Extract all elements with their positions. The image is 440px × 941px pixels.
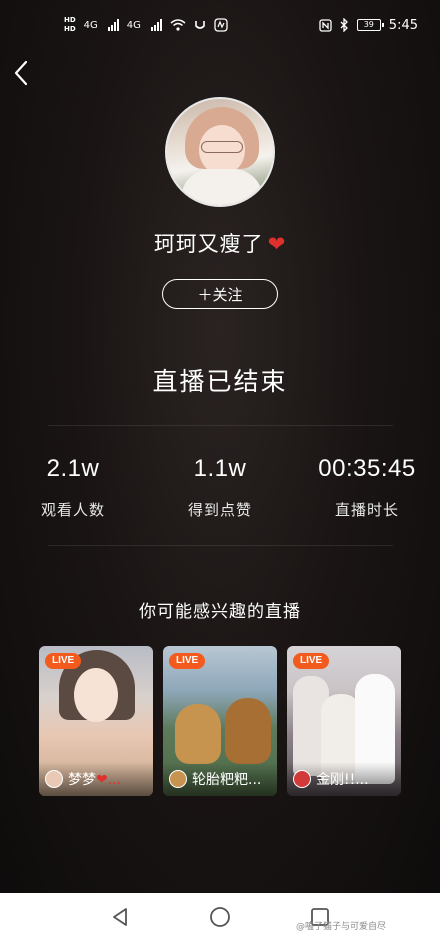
live-badge: LIVE <box>293 653 330 669</box>
live-card-footer: 梦梦❤... <box>39 762 153 796</box>
nfc-icon <box>319 18 332 32</box>
live-card-name: 金刚!!... <box>316 772 369 788</box>
nav-back-button[interactable] <box>106 903 134 931</box>
live-ended-title: 直播已结束 <box>152 367 288 396</box>
chevron-left-icon <box>14 60 28 86</box>
hd-icon: HD HD <box>64 16 76 33</box>
nav-home-button[interactable] <box>206 903 234 931</box>
stat-viewers: 2.1w 观看人数 <box>0 455 148 520</box>
bluetooth-icon <box>340 18 348 32</box>
live-badge: LIVE <box>169 653 206 669</box>
usb-icon <box>195 21 205 29</box>
network-4g-label: 4G <box>83 19 98 31</box>
system-navbar <box>0 893 440 941</box>
status-right: 39 5:45 <box>319 18 418 33</box>
app-notification-icon <box>214 18 228 32</box>
avatar <box>293 770 311 788</box>
streamer-name: 珂珂又瘦了 ❤ <box>0 228 440 258</box>
divider-top <box>48 425 393 426</box>
watermark: @嗑了猫子与可爱自尽 <box>296 922 387 932</box>
streamer-avatar[interactable] <box>165 97 275 207</box>
live-card[interactable]: LIVE 梦梦❤... <box>39 646 153 796</box>
back-button[interactable] <box>10 58 32 88</box>
live-card-name: 梦梦❤... <box>68 772 122 788</box>
live-card[interactable]: LIVE 金刚!!... <box>287 646 401 796</box>
wifi-icon <box>170 19 186 31</box>
live-card-footer: 轮胎粑粑... <box>163 762 277 796</box>
follow-button[interactable]: ＋关注 <box>162 279 278 309</box>
stat-label: 观看人数 <box>40 501 105 519</box>
status-bar: HD HD 4G 4G 39 5:45 <box>0 0 440 50</box>
signal-icon-2 <box>150 19 162 31</box>
divider-bottom <box>48 545 393 546</box>
stat-duration: 00:35:45 直播时长 <box>292 455 440 520</box>
clock: 5:45 <box>388 17 418 33</box>
live-card-footer: 金刚!!... <box>287 762 401 796</box>
avatar <box>45 770 63 788</box>
streamer-name-text: 珂珂又瘦了 <box>153 232 264 256</box>
live-card[interactable]: LIVE 轮胎粑粑... <box>163 646 277 796</box>
live-badge: LIVE <box>45 653 82 669</box>
recommend-title: 你可能感兴趣的直播 <box>139 602 301 622</box>
battery-icon: 39 <box>356 19 384 31</box>
heart-icon: ❤ <box>267 232 287 256</box>
status-left: HD HD 4G 4G <box>64 16 228 34</box>
stat-likes: 1.1w 得到点赞 <box>145 455 295 520</box>
back-triangle-icon <box>113 908 127 926</box>
stat-value: 2.1w <box>46 455 100 482</box>
live-ended-screen: HD HD 4G 4G 39 5:45 珂珂又瘦了 ❤ ＋关注 直播已结束 2.… <box>0 0 440 941</box>
home-circle-icon <box>210 907 230 927</box>
stat-label: 直播时长 <box>334 501 399 519</box>
stat-value: 1.1w <box>193 455 247 482</box>
avatar <box>169 770 187 788</box>
signal-icon <box>107 19 119 31</box>
stat-label: 得到点赞 <box>187 501 252 519</box>
stat-value: 00:35:45 <box>318 455 416 482</box>
network-4g-label-2: 4G <box>126 19 141 31</box>
live-card-name: 轮胎粑粑... <box>192 772 262 788</box>
